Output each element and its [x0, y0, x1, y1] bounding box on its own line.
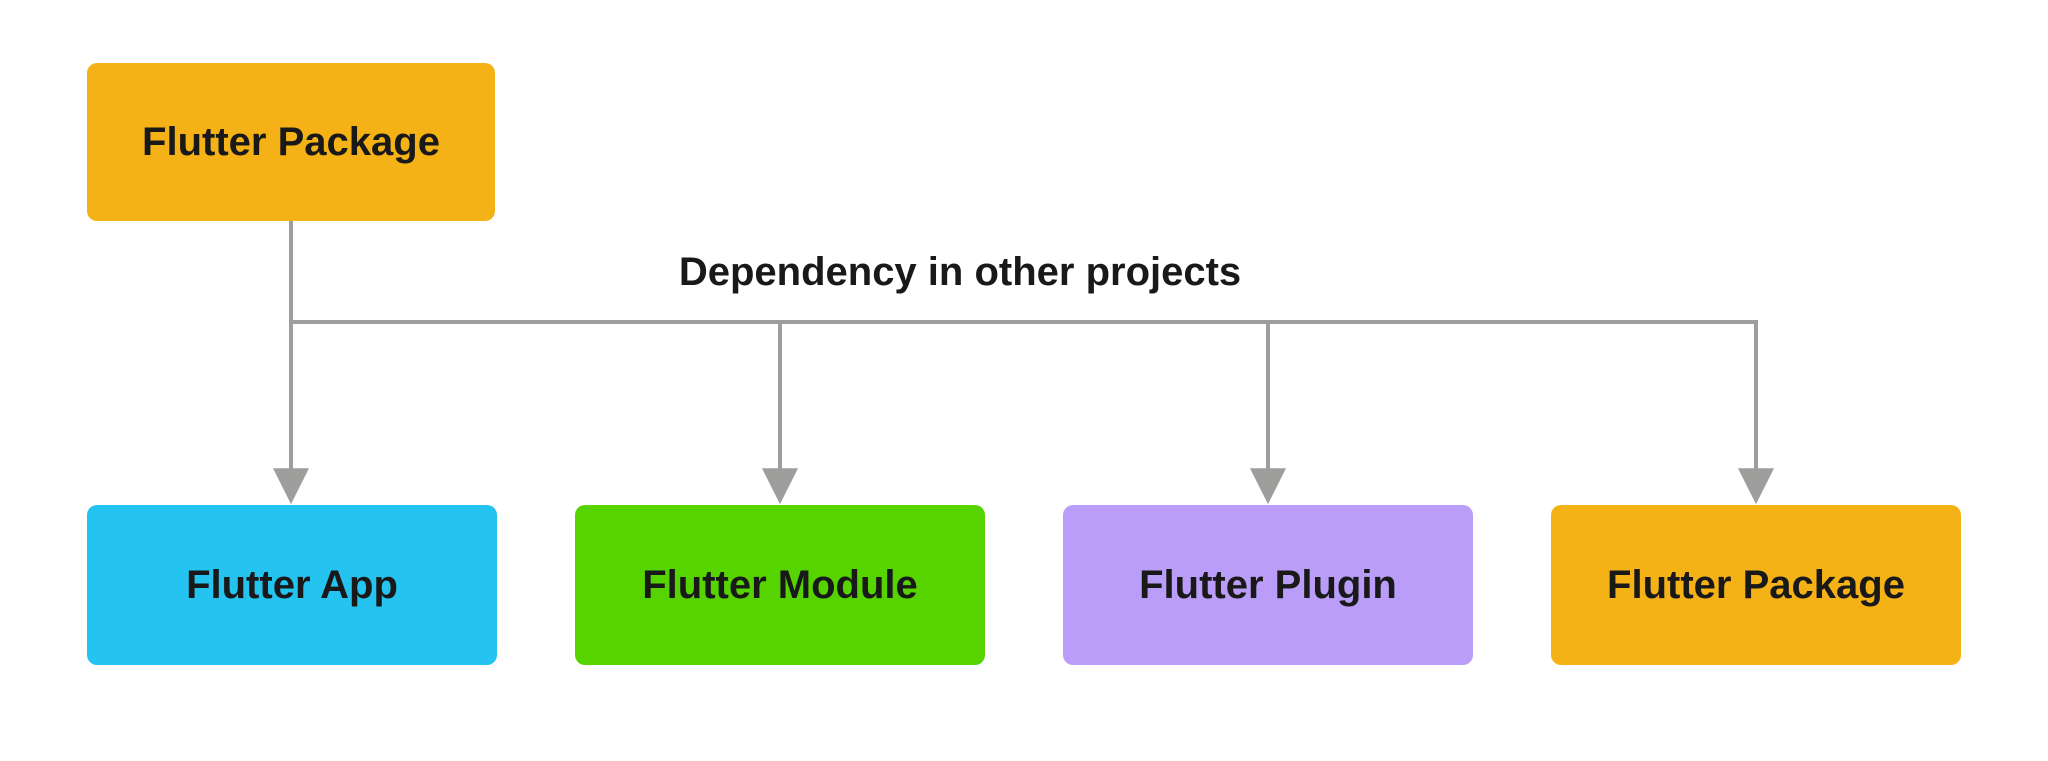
diagram-canvas: Flutter Package Dependency in other proj…: [0, 0, 2048, 761]
child-node-flutter-module: Flutter Module: [575, 505, 985, 665]
root-node-flutter-package: Flutter Package: [87, 63, 495, 221]
child-node-flutter-package: Flutter Package: [1551, 505, 1961, 665]
child-node-flutter-plugin: Flutter Plugin: [1063, 505, 1473, 665]
child-node-flutter-app: Flutter App: [87, 505, 497, 665]
edge-label-dependency: Dependency in other projects: [610, 250, 1310, 295]
